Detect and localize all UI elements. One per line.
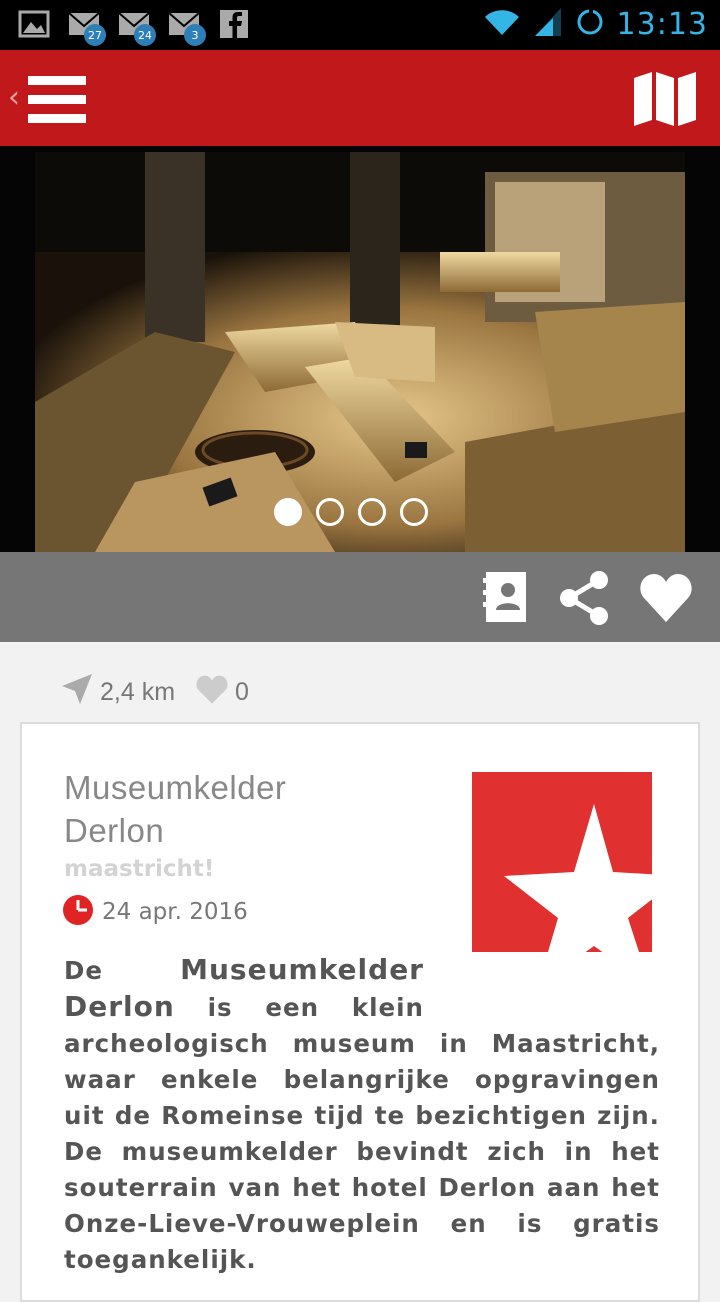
gallery-pager [274, 498, 428, 526]
likes-heart-icon [195, 673, 229, 712]
pager-dot[interactable] [400, 498, 428, 526]
pager-dot[interactable] [358, 498, 386, 526]
mail-badge: 24 [134, 24, 156, 46]
mail-icon: 24 [118, 8, 156, 46]
article-title: Museumkelder Derlon [64, 766, 444, 852]
map-icon[interactable] [632, 70, 698, 128]
article-date: 24 apr. 2016 [102, 899, 248, 925]
photo-gallery[interactable] [0, 146, 720, 552]
maastricht-star-logo [472, 772, 652, 952]
meta-row: 2,4 km 0 [60, 668, 269, 716]
app-bar: ‹ [0, 50, 720, 146]
distance-label: 2,4 km [100, 677, 176, 706]
mail-badge: 3 [184, 24, 206, 46]
mail-badge: 27 [84, 24, 106, 46]
article-card: Museumkelder Derlon maastricht! 24 apr. … [20, 722, 700, 1302]
body-line: De Museumkelder [64, 953, 424, 986]
article-body: De Museumkelder Derlon is een klein arch… [64, 952, 660, 1278]
pager-dot[interactable] [316, 498, 344, 526]
likes-count: 0 [235, 677, 249, 706]
wifi-icon [483, 7, 521, 41]
back-chevron-icon[interactable]: ‹ [8, 80, 20, 115]
clock-icon [62, 894, 94, 930]
title-line: Derlon [64, 812, 165, 849]
signal-icon [533, 6, 563, 42]
contact-card-icon[interactable] [478, 570, 534, 626]
article-source[interactable]: maastricht! [64, 856, 214, 882]
museum-photo [35, 152, 685, 552]
location-arrow-icon [60, 672, 94, 713]
clock-time: 13:13 [616, 6, 708, 42]
body-line: Derlon is een klein [64, 990, 424, 1023]
pager-dot[interactable] [274, 498, 302, 526]
hamburger-menu-icon[interactable] [28, 76, 86, 124]
body-paragraph: archeologisch museum in Maastricht, waar… [64, 1029, 660, 1274]
date-row: 24 apr. 2016 [62, 894, 248, 930]
sync-icon [575, 7, 605, 41]
image-icon [18, 8, 50, 40]
mail-icon: 3 [168, 8, 206, 46]
status-bar: 27 24 3 13:13 [0, 0, 720, 50]
facebook-icon [218, 8, 250, 40]
title-line: Museumkelder [64, 769, 287, 806]
action-bar [0, 552, 720, 642]
mail-icon: 27 [68, 8, 106, 46]
share-icon[interactable] [557, 570, 613, 626]
heart-icon[interactable] [638, 570, 694, 626]
